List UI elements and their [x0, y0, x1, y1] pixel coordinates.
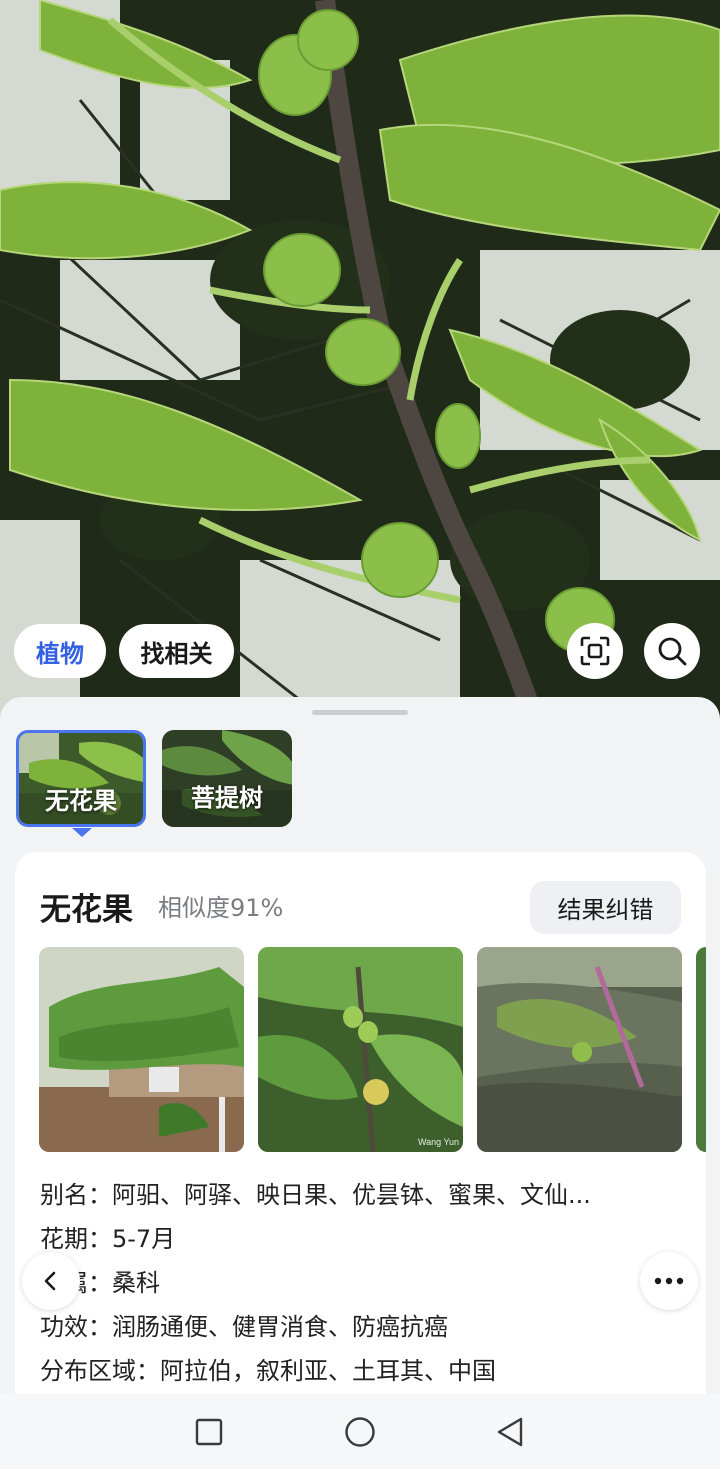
- image-gallery[interactable]: Wang Yun: [39, 947, 706, 1153]
- system-nav-bar: [0, 1394, 720, 1469]
- home-button[interactable]: [338, 1410, 382, 1454]
- similarity-score: 相似度91%: [158, 894, 284, 922]
- gallery-image[interactable]: [477, 947, 682, 1152]
- recent-apps-button[interactable]: [187, 1410, 231, 1454]
- info-alias: 别名：阿驲、阿驿、映日果、优昙钵、蜜果、文仙...: [40, 1181, 591, 1209]
- scan-icon: [580, 636, 610, 666]
- candidate-label: 无花果: [45, 787, 117, 815]
- gallery-image[interactable]: [696, 947, 706, 1152]
- circle-icon: [345, 1417, 375, 1447]
- more-icon: [654, 1277, 684, 1285]
- candidate-thumb-bodhi[interactable]: 菩提树: [162, 730, 292, 827]
- selected-pointer: [72, 828, 92, 837]
- find-related-chip[interactable]: 找相关: [119, 624, 234, 678]
- gallery-image[interactable]: Wang Yun: [258, 947, 463, 1152]
- scan-button[interactable]: [567, 623, 623, 679]
- triangle-back-icon: [497, 1417, 523, 1447]
- info-distribution: 分布区域：阿拉伯，叙利亚、土耳其、中国: [40, 1357, 496, 1385]
- info-flowering: 花期：5-7月: [40, 1225, 176, 1253]
- tab-plant-chip[interactable]: 植物: [14, 624, 106, 678]
- gallery-image[interactable]: [39, 947, 244, 1152]
- result-sheet: 无花果 菩提树 无花果 相似度91% 结果纠错 Wang Yun 别名：阿驲、阿…: [0, 697, 720, 1394]
- result-title: 无花果: [40, 892, 133, 928]
- plant-photo: [0, 0, 720, 720]
- more-button[interactable]: [640, 1252, 698, 1310]
- result-card: 无花果 相似度91% 结果纠错 Wang Yun 别名：阿驲、阿驿、映日果、优昙…: [15, 852, 706, 1394]
- back-nav-button[interactable]: [488, 1410, 532, 1454]
- candidate-label: 菩提树: [191, 784, 263, 812]
- gallery-watermark: Wang Yun: [418, 1137, 459, 1147]
- sheet-drag-handle[interactable]: [312, 710, 408, 715]
- search-icon: [658, 637, 687, 666]
- square-icon: [195, 1418, 223, 1446]
- info-efficacy: 功效：润肠通便、健胃消食、防癌抗癌: [40, 1313, 448, 1341]
- back-button[interactable]: [22, 1252, 80, 1310]
- candidate-thumb-fig[interactable]: 无花果: [16, 730, 146, 827]
- chevron-left-icon: [44, 1271, 56, 1291]
- search-button[interactable]: [644, 623, 700, 679]
- report-error-button[interactable]: 结果纠错: [530, 881, 681, 934]
